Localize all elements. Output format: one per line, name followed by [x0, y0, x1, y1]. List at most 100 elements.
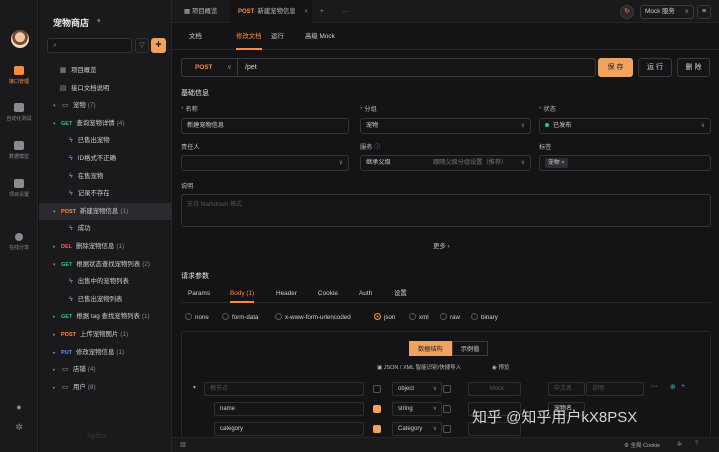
tab-doc[interactable]: 文档 [189, 24, 202, 50]
tab-header[interactable]: Header [276, 286, 297, 303]
search-input[interactable]: ⌕ [47, 38, 132, 53]
radio-binary[interactable]: binary [471, 313, 498, 323]
avatar[interactable] [11, 30, 29, 48]
sidebar-tree-item[interactable]: ▦ 项目概览 [39, 62, 172, 80]
tab-project-overview[interactable]: ▦ 项目概览 [178, 0, 223, 23]
more-toggle[interactable]: 更多 › [433, 241, 450, 250]
field-name-input[interactable]: name [214, 402, 364, 416]
add-button[interactable]: + [151, 38, 166, 53]
bell-icon[interactable]: ● [14, 403, 24, 412]
sidebar-tree-item[interactable]: ▾ GET 查询宠物详情 (4) [39, 115, 172, 133]
sidebar-tree-item[interactable]: ▸ ▭ 店铺 (4) [39, 361, 172, 379]
chinese-name-input[interactable]: 中文名 [548, 382, 585, 396]
mode-example-button[interactable]: 示例值 [451, 341, 489, 356]
preview-link[interactable]: ◉ 预览 [492, 363, 509, 371]
more-icon[interactable]: ··· [651, 383, 658, 390]
chevron-down-icon[interactable]: ▾ [97, 17, 101, 25]
add-sibling-icon[interactable]: + [681, 383, 685, 390]
type-select[interactable]: string ∨ [392, 402, 442, 416]
filter-button[interactable]: ▽ [135, 38, 149, 53]
tab-settings[interactable]: 设置 [394, 286, 407, 303]
tab-cookie[interactable]: Cookie [318, 286, 338, 303]
radio-urlencoded[interactable]: x-www-form-urlencoded [275, 313, 351, 323]
nullable-checkbox[interactable] [443, 425, 451, 433]
nullable-checkbox[interactable] [443, 385, 451, 393]
menu-icon[interactable]: ≡ [697, 5, 711, 19]
tab-params[interactable]: Params [188, 286, 210, 303]
radio-none[interactable]: none [185, 313, 209, 323]
chevron-right-icon[interactable]: ▸ [53, 239, 61, 257]
sidebar-tree-item[interactable]: ▾ ▭ 宠物 (7) [39, 97, 172, 115]
tab-advanced-mock[interactable]: 高级 Mock [305, 24, 335, 50]
rail-project-settings[interactable]: 项目设置 [0, 179, 38, 198]
radio-xml[interactable]: xml [409, 313, 429, 323]
chevron-down-icon[interactable]: ▾ [53, 204, 61, 222]
rail-online-share[interactable]: 在线分享 [0, 233, 38, 251]
sidebar-tree-item[interactable]: ▸ PUT 修改宠物信息 (1) [39, 344, 172, 362]
chevron-right-icon[interactable]: ▸ [53, 345, 61, 363]
url-input[interactable]: /pet [245, 59, 257, 76]
tab-edit-doc[interactable]: 修改文档 [236, 24, 262, 50]
sidebar-tree-item[interactable]: ϟ 在售宠物 [39, 168, 172, 186]
settings-icon[interactable]: ✲ [677, 441, 682, 448]
close-icon[interactable]: × [304, 0, 308, 23]
refresh-icon[interactable]: ↻ [620, 5, 634, 19]
rail-auto-test[interactable]: 自动化测试 [0, 103, 38, 122]
project-name[interactable]: 宠物商店 [53, 16, 89, 29]
method-select[interactable]: POST ∨ [182, 59, 238, 76]
json-import-link[interactable]: ▣ JSON / XML 智能识别/快捷导入 [377, 363, 461, 371]
add-child-icon[interactable]: ⊕ [670, 383, 676, 391]
tab-run[interactable]: 运行 [271, 24, 284, 50]
mode-structure-button[interactable]: 数据结构 [409, 341, 452, 356]
tag-chip[interactable]: 宠物 × [545, 158, 568, 168]
chevron-right-icon[interactable]: ▸ [53, 309, 61, 327]
sidebar-tree-item[interactable]: ϟ 出售中的宠物列表 [39, 273, 172, 291]
run-button[interactable]: 运 行 [638, 58, 672, 77]
chevron-down-icon[interactable]: ▾ [53, 257, 61, 275]
rail-api-management[interactable]: 接口管理 [0, 66, 38, 85]
sidebar-tree-item[interactable]: ϟ 记录不存在 [39, 185, 172, 203]
rail-data-model[interactable]: 数据模型 [0, 141, 38, 160]
sidebar-tree-item[interactable]: ϟ 已售出宠物列表 [39, 291, 172, 309]
tab-auth[interactable]: Auth [359, 286, 372, 303]
service-select[interactable]: 继承父级 跟随父级分组设置（推荐） ∨ [360, 155, 531, 171]
new-tab-button[interactable]: + [320, 0, 324, 23]
sidebar-tree-item[interactable]: ϟ 成功 [39, 220, 172, 238]
required-checkbox[interactable] [373, 385, 381, 393]
sidebar-tree-item[interactable]: ▸ DEL 删除宠物信息 (1) [39, 238, 172, 256]
tab-body[interactable]: Body (1) [230, 286, 255, 303]
save-button[interactable]: 保 存 [598, 58, 633, 77]
more-tabs-button[interactable]: ··· [342, 0, 348, 23]
chevron-down-icon[interactable]: ▾ [53, 116, 61, 134]
status-select[interactable]: 已发布 ∨ [539, 118, 711, 134]
mock-service-select[interactable]: Mock 服务 ∨ [640, 5, 694, 19]
required-checkbox[interactable] [373, 405, 381, 413]
global-cookie-button[interactable]: ⚙ 全局 Cookie [624, 441, 660, 449]
chevron-down-icon[interactable]: ▾ [53, 98, 61, 116]
layout-icon[interactable]: ▥ [180, 441, 186, 448]
chevron-right-icon[interactable]: ▸ [53, 327, 61, 345]
radio-form-data[interactable]: form-data [222, 313, 258, 323]
radio-raw[interactable]: raw [440, 313, 460, 323]
description-input[interactable]: 说明 [586, 382, 644, 396]
sidebar-tree-item[interactable]: ▾ POST 新建宠物信息 (1) [39, 202, 172, 222]
gear-icon[interactable]: ✲ [14, 423, 24, 432]
sidebar-tree-item[interactable]: ▤ 接口文档说明 [39, 80, 172, 98]
nullable-checkbox[interactable] [443, 405, 451, 413]
sidebar-tree-item[interactable]: ϟ ID格式不正确 [39, 150, 172, 168]
sidebar-tree-item[interactable]: ϟ 已售出宠物 [39, 132, 172, 150]
radio-json[interactable]: json [374, 313, 395, 323]
required-checkbox[interactable] [373, 425, 381, 433]
tab-new-pet[interactable]: POST 新建宠物信息 × [230, 0, 312, 23]
chevron-right-icon[interactable]: ▸ [53, 380, 61, 398]
description-textarea[interactable]: 支持 Markdown 格式 [181, 194, 711, 227]
mock-input[interactable]: Mock [468, 382, 521, 396]
sidebar-tree-item[interactable]: ▸ GET 根据 tag 查找宠物列表 (1) [39, 308, 172, 326]
type-select[interactable]: object ∨ [392, 382, 442, 396]
type-select[interactable]: Category ∨ [392, 422, 442, 436]
sidebar-tree-item[interactable]: ▾ GET 根据状态查找宠物列表 (2) [39, 256, 172, 274]
chevron-right-icon[interactable]: ▸ [53, 362, 61, 380]
delete-button[interactable]: 删 除 [677, 58, 710, 77]
field-name-input[interactable]: 根节点 [204, 382, 364, 396]
owner-select[interactable]: ∨ [181, 155, 349, 171]
